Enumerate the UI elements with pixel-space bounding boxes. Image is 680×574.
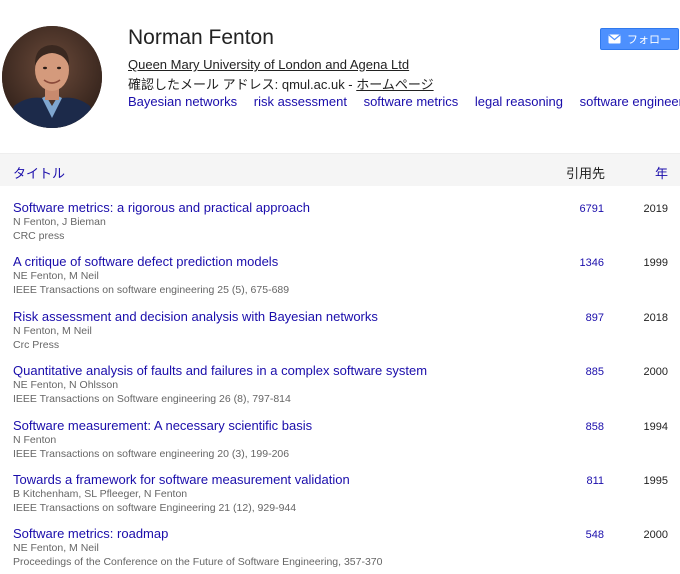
interest-link[interactable]: legal reasoning bbox=[475, 94, 563, 109]
article-authors: N Fenton bbox=[13, 433, 57, 446]
profile-photo-image bbox=[2, 26, 102, 128]
article-title-link[interactable]: Software measurement: A necessary scient… bbox=[13, 418, 312, 433]
article-year: 2000 bbox=[643, 529, 668, 542]
article-venue: CRC press bbox=[13, 230, 65, 242]
verified-email-text: 確認したメール アドレス: qmul.ac.uk - bbox=[128, 77, 357, 92]
article-venue: IEEE Transactions on Software engineerin… bbox=[13, 393, 291, 406]
research-interests: Bayesian networks risk assessment softwa… bbox=[128, 94, 680, 109]
profile-photo bbox=[2, 26, 102, 128]
follow-button[interactable]: フォロー bbox=[600, 28, 679, 50]
sort-by-year[interactable]: 年 bbox=[655, 163, 668, 182]
cited-by-link[interactable]: 1346 bbox=[580, 257, 604, 269]
article-year: 2000 bbox=[643, 366, 668, 379]
article-authors: NE Fenton, M Neil bbox=[13, 542, 99, 555]
mail-icon bbox=[608, 34, 621, 44]
article-year: 1999 bbox=[643, 257, 668, 270]
article-venue: IEEE Transactions on software Engineerin… bbox=[13, 501, 297, 514]
article-authors: B Kitchenham, SL Pfleeger, N Fenton bbox=[13, 487, 188, 500]
interest-link[interactable]: software engineering bbox=[580, 94, 680, 109]
article-year: 1994 bbox=[643, 420, 668, 433]
article-row: A critique of software defect prediction… bbox=[0, 254, 680, 308]
article-title-link[interactable]: Towards a framework for software measure… bbox=[13, 472, 350, 487]
article-venue: IEEE Transactions on software engineerin… bbox=[13, 447, 290, 460]
cited-by-link[interactable]: 811 bbox=[586, 475, 604, 487]
article-row: Towards a framework for software measure… bbox=[0, 472, 680, 526]
article-title-link[interactable]: A critique of software defect prediction… bbox=[13, 254, 278, 269]
article-venue: Crc Press bbox=[13, 338, 60, 351]
cited-by-link[interactable]: 6791 bbox=[580, 203, 604, 215]
profile-name: Norman Fenton bbox=[128, 26, 274, 49]
homepage-link[interactable]: ホームページ bbox=[356, 77, 433, 92]
article-row: Software measurement: A necessary scient… bbox=[0, 418, 680, 472]
article-venue: IEEE Transactions on software engineerin… bbox=[13, 284, 290, 297]
article-authors: NE Fenton, M Neil bbox=[13, 270, 99, 283]
article-authors: NE Fenton, N Ohlsson bbox=[13, 379, 119, 392]
article-title-link[interactable]: Quantitative analysis of faults and fail… bbox=[13, 363, 427, 378]
article-title-link[interactable]: Software metrics: roadmap bbox=[13, 526, 168, 541]
cited-by-link[interactable]: 885 bbox=[586, 366, 604, 378]
follow-button-label: フォロー bbox=[627, 34, 671, 46]
interest-link[interactable]: risk assessment bbox=[254, 94, 347, 109]
article-title-link[interactable]: Software metrics: a rigorous and practic… bbox=[13, 200, 310, 215]
article-row: Software metrics: roadmap NE Fenton, M N… bbox=[0, 526, 680, 574]
article-year: 1995 bbox=[643, 474, 668, 487]
article-row: Software metrics: a rigorous and practic… bbox=[0, 200, 680, 254]
article-authors: N Fenton, J Bieman bbox=[13, 216, 106, 228]
article-year: 2019 bbox=[643, 203, 668, 215]
article-venue: Proceedings of the Conference on the Fut… bbox=[13, 556, 383, 569]
interest-link[interactable]: software metrics bbox=[364, 94, 459, 109]
article-row: Quantitative analysis of faults and fail… bbox=[0, 363, 680, 417]
article-title-link[interactable]: Risk assessment and decision analysis wi… bbox=[13, 309, 378, 324]
cited-by-link[interactable]: 548 bbox=[586, 529, 604, 541]
affiliation-link[interactable]: Queen Mary University of London and Agen… bbox=[128, 57, 409, 72]
verified-email-line: 確認したメール アドレス: qmul.ac.uk - ホームページ bbox=[128, 74, 434, 93]
articles-table-header: タイトル 引用先 年 bbox=[0, 153, 680, 186]
cited-by-column-header: 引用先 bbox=[566, 166, 606, 181]
cited-by-link[interactable]: 897 bbox=[586, 312, 604, 324]
sort-by-title[interactable]: タイトル bbox=[13, 163, 65, 182]
article-row: Risk assessment and decision analysis wi… bbox=[0, 309, 680, 363]
cited-by-link[interactable]: 858 bbox=[586, 421, 604, 433]
interest-link[interactable]: Bayesian networks bbox=[128, 94, 237, 109]
articles-list: Software metrics: a rigorous and practic… bbox=[0, 200, 680, 574]
article-year: 2018 bbox=[643, 311, 668, 324]
article-authors: N Fenton, M Neil bbox=[13, 324, 92, 337]
